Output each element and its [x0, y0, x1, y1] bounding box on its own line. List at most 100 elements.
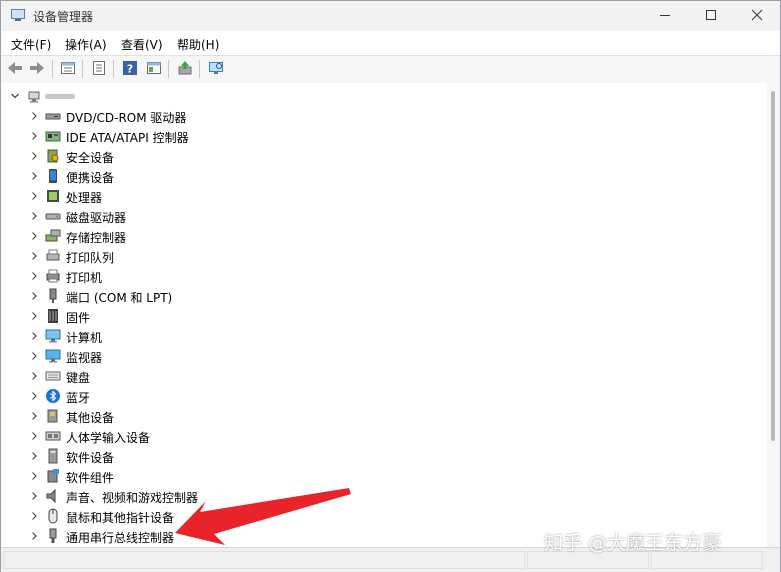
tree-node[interactable]: 鼠标和其他指针设备	[1, 506, 767, 526]
expand-chevron-icon[interactable]	[28, 350, 40, 362]
tree-node[interactable]: 计算机	[1, 326, 767, 346]
tree-node[interactable]: 存储控制器	[1, 226, 767, 246]
console-button[interactable]	[144, 59, 164, 79]
tree-node-label: 软件组件	[66, 471, 115, 485]
expand-chevron-icon[interactable]	[28, 490, 40, 502]
software-device-icon	[45, 448, 61, 464]
tree-node[interactable]: 软件组件	[1, 466, 767, 486]
list-button[interactable]	[89, 59, 109, 79]
expand-chevron-icon[interactable]	[28, 330, 40, 342]
expand-chevron-icon[interactable]	[28, 210, 40, 222]
tree-node[interactable]: 其他设备	[1, 406, 767, 426]
minimize-button[interactable]	[642, 1, 688, 31]
expand-chevron-icon[interactable]	[28, 410, 40, 422]
toolbar-separator	[52, 60, 53, 78]
help-button[interactable]: ?	[120, 59, 140, 79]
expand-chevron-icon[interactable]	[28, 390, 40, 402]
tree-node[interactable]: 声音、视频和游戏控制器	[1, 486, 767, 506]
tree-node[interactable]: 蓝牙	[1, 386, 767, 406]
expand-chevron-icon[interactable]	[28, 430, 40, 442]
toolbar-separator	[113, 60, 114, 78]
tree-node[interactable]: 监视器	[1, 346, 767, 366]
tree-node-label: 端口 (COM 和 LPT)	[66, 291, 173, 305]
list-icon	[91, 60, 107, 79]
tree-node[interactable]: 便携设备	[1, 166, 767, 186]
expand-chevron-icon[interactable]	[28, 250, 40, 262]
scan-hardware-icon	[208, 60, 224, 79]
menu-view[interactable]: 查看(V)	[121, 36, 163, 53]
close-button[interactable]	[734, 1, 780, 31]
title-bar[interactable]: 设备管理器	[1, 1, 780, 31]
minimize-icon	[659, 9, 671, 24]
window-title: 设备管理器	[33, 10, 94, 24]
toolbar: ?	[1, 55, 780, 84]
tree-node-label: 计算机	[66, 331, 103, 345]
tree-node[interactable]: 安全设备	[1, 146, 767, 166]
menu-file[interactable]: 文件(F)	[11, 36, 51, 53]
bluetooth-icon	[45, 388, 61, 404]
properties-icon	[60, 60, 76, 79]
computer-icon	[45, 328, 61, 344]
expand-chevron-icon[interactable]	[28, 130, 40, 142]
collapse-chevron-icon[interactable]	[9, 90, 21, 105]
tree-node-label: 便携设备	[66, 171, 115, 185]
tree-node-label: 安全设备	[66, 151, 115, 165]
ide-controller-icon	[45, 128, 61, 144]
menu-help[interactable]: 帮助(H)	[177, 36, 219, 53]
properties-button[interactable]	[58, 59, 78, 79]
port-icon	[45, 288, 61, 304]
expand-chevron-icon[interactable]	[28, 190, 40, 202]
expand-chevron-icon[interactable]	[28, 230, 40, 242]
expand-chevron-icon[interactable]	[28, 270, 40, 282]
tree-node[interactable]: 软件设备	[1, 446, 767, 466]
sound-icon	[45, 488, 61, 504]
expand-chevron-icon[interactable]	[28, 510, 40, 522]
monitor-icon	[45, 348, 61, 364]
tree-node-label: 蓝牙	[66, 391, 91, 405]
tree-node-label: IDE ATA/ATAPI 控制器	[66, 131, 189, 145]
update-driver-button[interactable]	[175, 59, 195, 79]
scan-hardware-button[interactable]	[206, 59, 226, 79]
portable-device-icon	[45, 168, 61, 184]
tree-node-label: DVD/CD-ROM 驱动器	[66, 111, 187, 125]
expand-chevron-icon[interactable]	[28, 370, 40, 382]
vertical-scrollbar[interactable]	[767, 83, 780, 547]
expand-chevron-icon[interactable]	[28, 310, 40, 322]
expand-chevron-icon[interactable]	[28, 170, 40, 182]
expand-chevron-icon[interactable]	[28, 150, 40, 162]
expand-chevron-icon[interactable]	[28, 470, 40, 482]
expand-chevron-icon[interactable]	[28, 290, 40, 302]
tree-node[interactable]: 处理器	[1, 186, 767, 206]
computer-icon	[26, 88, 42, 107]
forward-button[interactable]	[27, 59, 47, 79]
tree-node[interactable]: 人体学输入设备	[1, 426, 767, 446]
storage-controller-icon	[45, 228, 61, 244]
tree-node[interactable]: IDE ATA/ATAPI 控制器	[1, 126, 767, 146]
scrollbar-thumb[interactable]	[771, 91, 775, 441]
tree-node[interactable]: 打印队列	[1, 246, 767, 266]
expand-chevron-icon[interactable]	[28, 530, 40, 542]
tree-node[interactable]: DVD/CD-ROM 驱动器	[1, 106, 767, 126]
tree-node-label: 其他设备	[66, 411, 115, 425]
expand-chevron-icon[interactable]	[28, 450, 40, 462]
menu-action[interactable]: 操作(A)	[65, 36, 107, 53]
computer-name-redacted	[45, 94, 75, 99]
tree-node[interactable]: 磁盘驱动器	[1, 206, 767, 226]
console-icon	[146, 60, 162, 79]
tree-node[interactable]: 打印机	[1, 266, 767, 286]
tree-node-label: 处理器	[66, 191, 103, 205]
device-tree[interactable]: DVD/CD-ROM 驱动器 IDE ATA/ATAPI 控制器 安全设备便携设备处…	[1, 83, 767, 547]
maximize-icon	[705, 9, 717, 24]
usb-icon	[45, 528, 61, 544]
expand-chevron-icon[interactable]	[28, 110, 40, 122]
tree-node[interactable]: 键盘	[1, 366, 767, 386]
tree-node[interactable]: 端口 (COM 和 LPT)	[1, 286, 767, 306]
tree-node-label: 软件设备	[66, 451, 115, 465]
tree-node[interactable]: 固件	[1, 306, 767, 326]
toolbar-separator	[199, 60, 200, 78]
back-button[interactable]	[5, 59, 25, 79]
tree-root[interactable]	[1, 86, 767, 106]
maximize-button[interactable]	[688, 1, 734, 31]
watermark: 知乎 @大魔王东方豪	[544, 532, 722, 554]
tree-node-label: 磁盘驱动器	[66, 211, 127, 225]
